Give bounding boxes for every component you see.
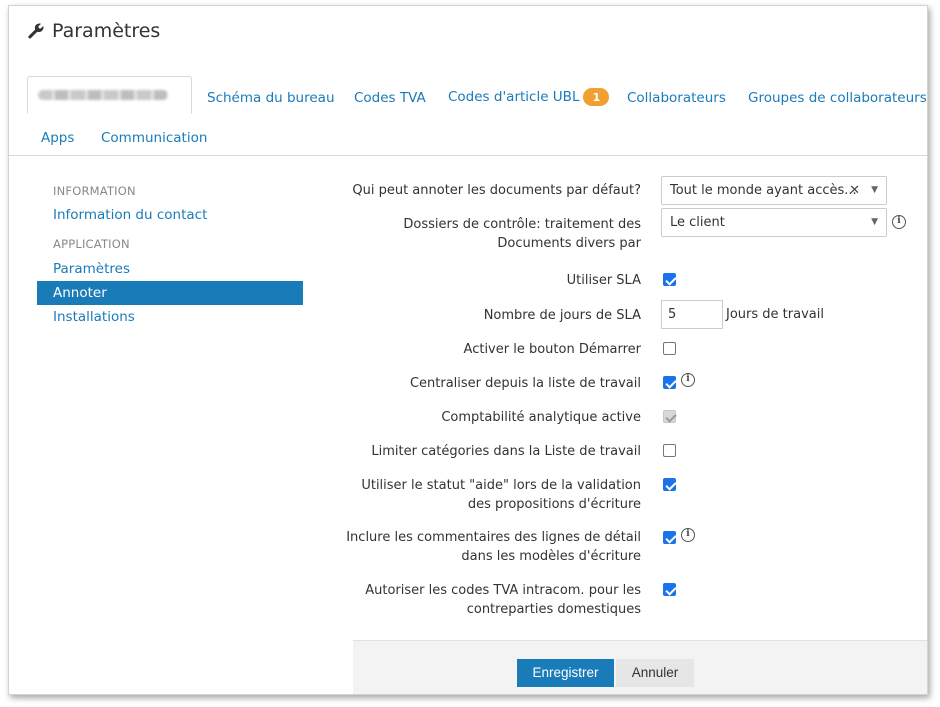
sidebar: INFORMATION Information du contact APPLI… bbox=[37, 184, 303, 329]
info-icon[interactable]: i bbox=[681, 373, 695, 387]
use-sla-label: Utiliser SLA bbox=[566, 273, 641, 288]
tab-communication[interactable]: Communication bbox=[101, 130, 207, 146]
centralize-checkbox[interactable] bbox=[663, 376, 676, 389]
help-status-label-line1: Utiliser le statut "aide" lors de la val… bbox=[361, 478, 641, 493]
page-title: Paramètres bbox=[52, 20, 161, 42]
tab-collaborators[interactable]: Collaborateurs bbox=[627, 90, 726, 106]
sla-days-suffix: Jours de travail bbox=[726, 307, 824, 322]
save-button[interactable]: Enregistrer bbox=[517, 659, 614, 687]
sidebar-heading-information: INFORMATION bbox=[53, 184, 136, 198]
tab-company[interactable] bbox=[27, 76, 192, 114]
vat-intracom-checkbox[interactable] bbox=[663, 583, 676, 596]
analytic-label: Comptabilité analytique active bbox=[441, 410, 641, 425]
vat-intracom-label-line1: Autoriser les codes TVA intracom. pour l… bbox=[365, 583, 641, 598]
close-icon[interactable]: ✕ bbox=[849, 177, 860, 204]
control-folders-select[interactable]: Le client ▼ bbox=[661, 208, 887, 237]
start-button-checkbox[interactable] bbox=[663, 342, 676, 355]
help-status-checkbox[interactable] bbox=[663, 478, 676, 491]
tab-ubl-codes[interactable]: Codes d'article UBL 1 bbox=[448, 88, 610, 106]
sidebar-item-installations[interactable]: Installations bbox=[37, 305, 303, 329]
start-button-label: Activer le bouton Démarrer bbox=[463, 342, 641, 357]
tab-apps[interactable]: Apps bbox=[41, 130, 74, 146]
page-header: Paramètres bbox=[27, 20, 160, 42]
use-sla-checkbox[interactable] bbox=[663, 273, 676, 286]
annotate-default-label: Qui peut annoter les documents par défau… bbox=[352, 183, 641, 198]
control-folders-label-line2: Documents divers par bbox=[497, 236, 641, 251]
chevron-down-icon: ▼ bbox=[871, 185, 878, 195]
help-status-label-line2: des propositions d'écriture bbox=[467, 497, 641, 512]
limit-categories-checkbox[interactable] bbox=[663, 444, 676, 457]
sla-days-label: Nombre de jours de SLA bbox=[483, 308, 641, 323]
info-icon[interactable]: i bbox=[681, 528, 695, 542]
sidebar-item-contact[interactable]: Information du contact bbox=[37, 203, 303, 227]
annotate-default-select[interactable]: Tout le monde ayant accès... ✕ ▼ bbox=[661, 176, 887, 205]
vat-intracom-label-line2: contreparties domestiques bbox=[466, 602, 641, 617]
sidebar-item-annotate[interactable]: Annoter bbox=[37, 281, 303, 305]
control-folders-label: Dossiers de contrôle: traitement des Doc… bbox=[403, 215, 641, 253]
settings-window: Paramètres Schéma du bureau Codes TVA Co… bbox=[8, 5, 928, 695]
info-icon[interactable]: i bbox=[892, 215, 906, 229]
help-status-label: Utiliser le statut "aide" lors de la val… bbox=[361, 476, 641, 514]
comments-label: Inclure les commentaires des lignes de d… bbox=[346, 528, 641, 566]
tab-vat-codes[interactable]: Codes TVA bbox=[354, 90, 426, 106]
comments-checkbox[interactable] bbox=[663, 531, 676, 544]
sidebar-heading-application: APPLICATION bbox=[53, 237, 130, 251]
blurred-company-name bbox=[38, 90, 168, 100]
tab-ubl-codes-label: Codes d'article UBL bbox=[448, 89, 580, 105]
comments-label-line2: dans les modèles d'écriture bbox=[461, 549, 641, 564]
annotate-default-value: Tout le monde ayant accès... bbox=[670, 183, 857, 198]
count-badge: 1 bbox=[583, 88, 610, 106]
wrench-icon bbox=[28, 23, 44, 39]
analytic-checkbox bbox=[663, 410, 676, 423]
control-folders-value: Le client bbox=[670, 215, 725, 230]
tab-collaborator-groups[interactable]: Groupes de collaborateurs bbox=[748, 90, 927, 106]
centralize-label: Centraliser depuis la liste de travail bbox=[409, 376, 641, 391]
vat-intracom-label: Autoriser les codes TVA intracom. pour l… bbox=[365, 581, 641, 619]
comments-label-line1: Inclure les commentaires des lignes de d… bbox=[346, 530, 641, 545]
control-folders-label-line1: Dossiers de contrôle: traitement des bbox=[403, 217, 641, 232]
form-footer: Enregistrer Annuler bbox=[353, 640, 927, 694]
cancel-button[interactable]: Annuler bbox=[616, 659, 694, 687]
limit-categories-label: Limiter catégories dans la Liste de trav… bbox=[371, 444, 641, 459]
sidebar-item-settings[interactable]: Paramètres bbox=[37, 257, 303, 281]
tab-office-schema[interactable]: Schéma du bureau bbox=[207, 90, 335, 106]
sla-days-input[interactable]: 5 bbox=[661, 300, 723, 329]
tab-bar: Schéma du bureau Codes TVA Codes d'artic… bbox=[9, 74, 927, 156]
chevron-down-icon: ▼ bbox=[871, 217, 878, 227]
